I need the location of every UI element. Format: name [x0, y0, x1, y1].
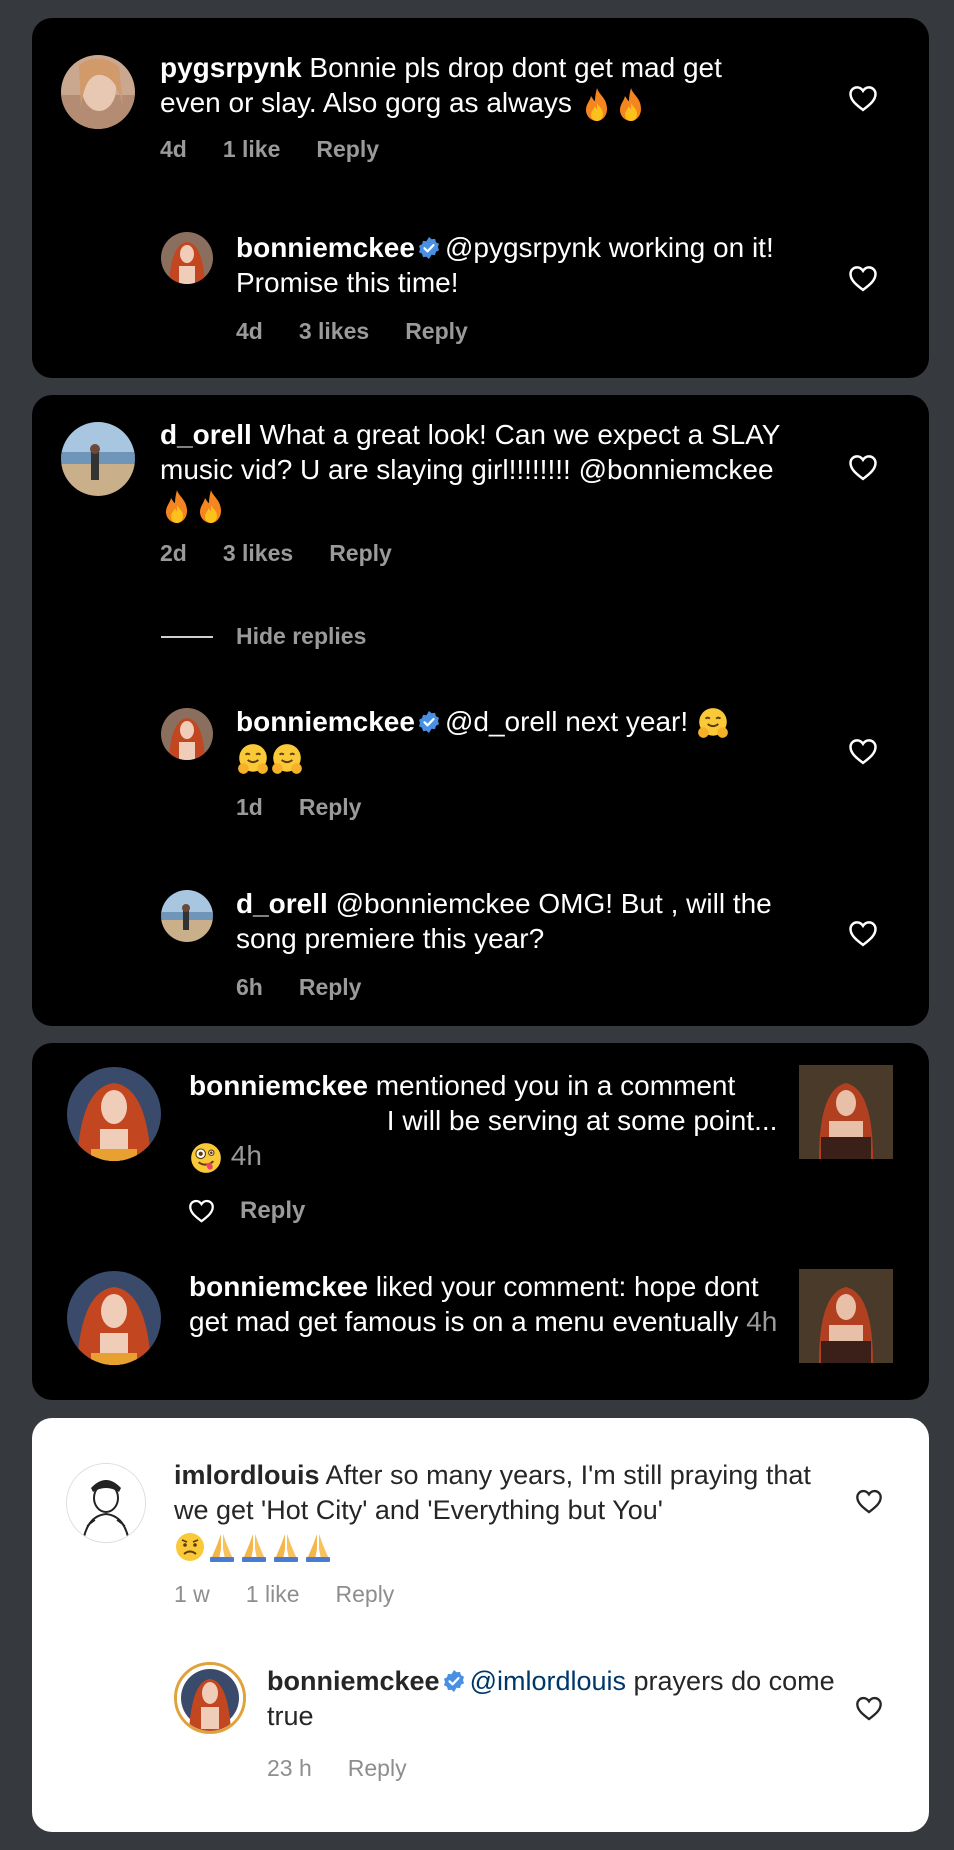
- fire-emoji-icon: [194, 489, 228, 525]
- hide-replies-line: [161, 636, 213, 638]
- heart-icon[interactable]: [855, 1488, 883, 1514]
- fire-emoji-icon: [580, 87, 614, 123]
- reply-mention[interactable]: @imlordlouis: [470, 1666, 626, 1696]
- comment-time: 2d: [160, 540, 187, 566]
- hugging-face-emoji-icon: [696, 707, 730, 741]
- comment-card-light: imlordlouis After so many years, I'm sti…: [32, 1418, 929, 1832]
- praying-hands-emoji-icon: [302, 1531, 334, 1563]
- heart-icon[interactable]: [848, 737, 878, 765]
- avatar-d-orell[interactable]: [161, 890, 213, 942]
- post-thumbnail[interactable]: [799, 1065, 893, 1159]
- reply-username[interactable]: bonniemckee: [236, 706, 415, 737]
- comment-card-1: pygsrpynk Bonnie pls drop dont get mad g…: [32, 18, 929, 378]
- comment-username[interactable]: imlordlouis: [174, 1460, 320, 1490]
- avatar-bonniemckee[interactable]: [67, 1271, 161, 1365]
- notification-text: bonniemckee liked your comment: hope don…: [189, 1269, 794, 1339]
- comment-meta: 4d 1 like Reply: [160, 135, 415, 163]
- reply-button[interactable]: Reply: [348, 1755, 407, 1781]
- notification-username[interactable]: bonniemckee: [189, 1271, 368, 1302]
- notification-time: 4h: [230, 1140, 262, 1171]
- avatar-d-orell[interactable]: [61, 422, 135, 496]
- comment-likes[interactable]: 1 like: [223, 136, 281, 162]
- avatar-bonniemckee[interactable]: [67, 1067, 161, 1161]
- comment-card-2: d_orell What a great look! Can we expect…: [32, 395, 929, 1026]
- comment-body: What a great look! Can we expect a SLAY …: [160, 419, 780, 485]
- notification-text: bonniemckee mentioned you in a comment I…: [189, 1068, 794, 1175]
- notification-body-a: mentioned you in a comment: [375, 1070, 736, 1101]
- reply-button[interactable]: Reply: [316, 136, 379, 162]
- reply-button[interactable]: Reply: [405, 318, 468, 344]
- comment-text: imlordlouis After so many years, I'm sti…: [174, 1458, 824, 1563]
- comment-meta: 1 w 1 like Reply: [174, 1580, 430, 1608]
- avatar-bonniemckee[interactable]: [174, 1662, 246, 1734]
- reply-text: bonniemckee @d_orell next year!: [236, 704, 836, 777]
- zany-face-emoji-icon: [189, 1141, 223, 1175]
- heart-icon[interactable]: [848, 264, 878, 292]
- comment-time: 4d: [160, 136, 187, 162]
- praying-hands-emoji-icon: [270, 1531, 302, 1563]
- verified-badge-icon: [417, 236, 441, 260]
- notification-time: 4h: [746, 1306, 778, 1337]
- avatar-imlordlouis[interactable]: [66, 1463, 146, 1543]
- fire-emoji-icon: [614, 87, 648, 123]
- reply-username[interactable]: d_orell: [236, 888, 328, 919]
- heart-icon[interactable]: [855, 1695, 883, 1721]
- comment-meta: 2d 3 likes Reply: [160, 539, 428, 567]
- comment-username[interactable]: pygsrpynk: [160, 52, 302, 83]
- reply-time: 23 h: [267, 1755, 312, 1781]
- reply-meta: 1d Reply: [236, 793, 397, 821]
- reply-meta: 6h Reply: [236, 973, 397, 1001]
- reply-button[interactable]: Reply: [299, 794, 362, 820]
- comment-time: 1 w: [174, 1581, 210, 1607]
- reply-meta: 23 h Reply: [267, 1754, 443, 1782]
- post-thumbnail[interactable]: [799, 1269, 893, 1363]
- reply-button[interactable]: Reply: [240, 1197, 305, 1225]
- reply-time: 1d: [236, 794, 263, 820]
- reply-time: 6h: [236, 974, 263, 1000]
- avatar-bonniemckee[interactable]: [161, 232, 213, 284]
- reply-body: @d_orell next year!: [444, 706, 689, 737]
- comment-text: pygsrpynk Bonnie pls drop dont get mad g…: [160, 50, 730, 123]
- hide-replies-button[interactable]: Hide replies: [236, 622, 366, 650]
- avatar-pygsrpynk[interactable]: [61, 55, 135, 129]
- reply-button[interactable]: Reply: [299, 974, 362, 1000]
- reply-likes[interactable]: 3 likes: [299, 318, 369, 344]
- reply-username[interactable]: bonniemckee: [236, 232, 415, 263]
- notification-body-b: I will be serving at some point...: [386, 1105, 778, 1136]
- reply-time: 4d: [236, 318, 263, 344]
- heart-icon[interactable]: [848, 84, 878, 112]
- verified-badge-icon: [417, 710, 441, 734]
- reply-text: bonniemckee @pygsrpynk working on it! Pro…: [236, 230, 836, 300]
- reply-button[interactable]: Reply: [329, 540, 392, 566]
- reply-button[interactable]: Reply: [336, 1581, 395, 1607]
- frowning-face-emoji-icon: [174, 1531, 206, 1563]
- comment-text: d_orell What a great look! Can we expect…: [160, 417, 780, 525]
- fire-emoji-icon: [160, 489, 194, 525]
- praying-hands-emoji-icon: [206, 1531, 238, 1563]
- verified-badge-icon: [442, 1669, 466, 1693]
- reply-text: d_orell @bonniemckee OMG! But , will the…: [236, 886, 816, 956]
- notification-card: bonniemckee mentioned you in a comment I…: [32, 1043, 929, 1400]
- comment-username[interactable]: d_orell: [160, 419, 252, 450]
- heart-icon[interactable]: [188, 1198, 215, 1223]
- reply-username[interactable]: bonniemckee: [267, 1666, 440, 1696]
- heart-icon[interactable]: [848, 919, 878, 947]
- comment-likes[interactable]: 3 likes: [223, 540, 293, 566]
- heart-icon[interactable]: [848, 453, 878, 481]
- reply-meta: 4d 3 likes Reply: [236, 317, 504, 345]
- comment-likes[interactable]: 1 like: [246, 1581, 300, 1607]
- reply-text: bonniemckee @imlordlouis prayers do come …: [267, 1664, 847, 1734]
- notification-username[interactable]: bonniemckee: [189, 1070, 368, 1101]
- praying-hands-emoji-icon: [238, 1531, 270, 1563]
- avatar-bonniemckee[interactable]: [161, 708, 213, 760]
- hugging-face-emoji-icon: [270, 743, 304, 777]
- hugging-face-emoji-icon: [236, 743, 270, 777]
